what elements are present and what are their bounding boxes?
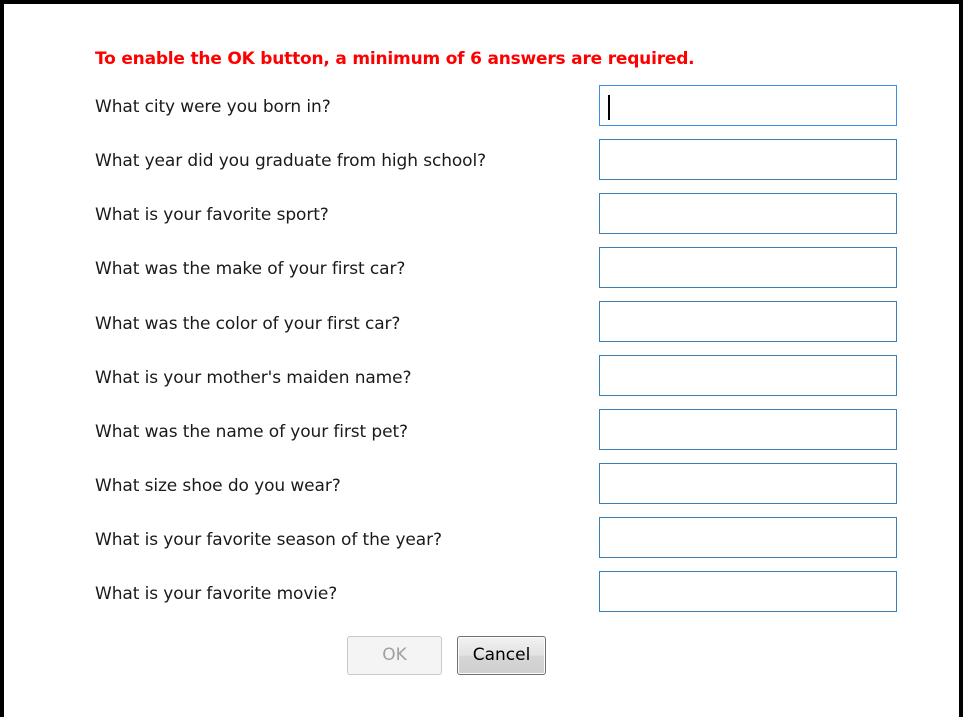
answer-input-shoe-size[interactable] bbox=[599, 463, 897, 504]
answer-input-first-car-color[interactable] bbox=[599, 301, 897, 342]
answer-input-first-car-make[interactable] bbox=[599, 247, 897, 288]
question-label-mother-maiden-name: What is your mother's maiden name? bbox=[95, 368, 412, 388]
question-label-birth-city: What city were you born in? bbox=[95, 97, 331, 117]
minimum-answers-warning: To enable the OK button, a minimum of 6 … bbox=[95, 49, 695, 69]
answer-input-first-pet-name[interactable] bbox=[599, 409, 897, 450]
answer-input-favorite-sport[interactable] bbox=[599, 193, 897, 234]
question-label-favorite-sport: What is your favorite sport? bbox=[95, 205, 329, 225]
ok-button[interactable]: OK bbox=[347, 636, 442, 675]
text-cursor bbox=[608, 95, 610, 120]
answer-input-favorite-movie[interactable] bbox=[599, 571, 897, 612]
question-label-graduation-year: What year did you graduate from high sch… bbox=[95, 151, 487, 171]
question-label-first-pet-name: What was the name of your first pet? bbox=[95, 422, 408, 442]
question-label-shoe-size: What size shoe do you wear? bbox=[95, 476, 341, 496]
question-label-favorite-movie: What is your favorite movie? bbox=[95, 584, 338, 604]
cancel-button[interactable]: Cancel bbox=[457, 636, 546, 675]
security-questions-dialog: To enable the OK button, a minimum of 6 … bbox=[0, 0, 963, 717]
answer-input-favorite-season[interactable] bbox=[599, 517, 897, 558]
question-label-first-car-make: What was the make of your first car? bbox=[95, 259, 406, 279]
answer-input-graduation-year[interactable] bbox=[599, 139, 897, 180]
answer-input-mother-maiden-name[interactable] bbox=[599, 355, 897, 396]
answer-input-birth-city[interactable] bbox=[599, 85, 897, 126]
question-label-first-car-color: What was the color of your first car? bbox=[95, 314, 401, 334]
question-label-favorite-season: What is your favorite season of the year… bbox=[95, 530, 442, 550]
